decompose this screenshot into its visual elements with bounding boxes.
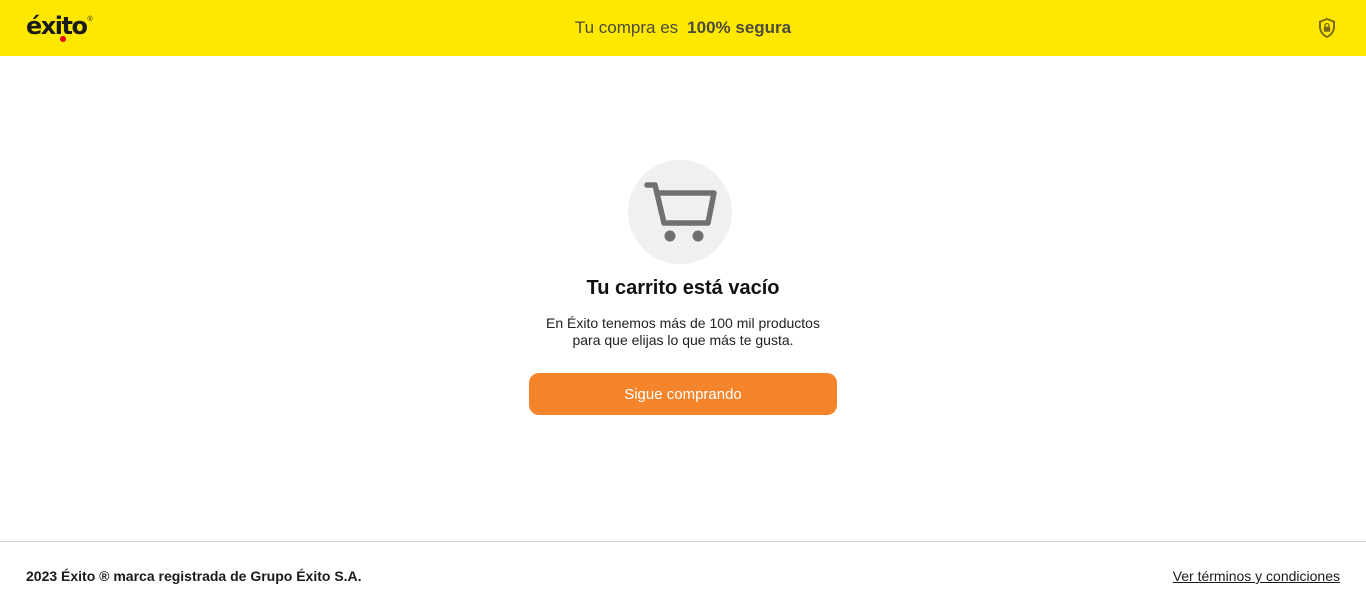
keep-shopping-button[interactable]: Sigue comprando [529,373,837,415]
secure-prefix: Tu compra es [574,18,679,37]
cart-icon-container [628,160,732,264]
terms-link[interactable]: Ver términos y condiciones [1173,568,1340,584]
empty-cart-title: Tu carrito está vacío [586,277,780,299]
footer-divider [0,541,1366,542]
description-line-2: para que elijas lo que más te gusta. [572,332,794,348]
copyright-text: 2023 Éxito ® marca registrada de Grupo É… [26,568,362,584]
empty-cart-section: Tu carrito está vacío En Éxito tenemos m… [0,56,1366,541]
shield-lock-icon [1319,18,1335,38]
description-line-1: En Éxito tenemos más de 100 mil producto… [546,315,820,331]
cart-icon [644,182,717,242]
empty-cart-description: En Éxito tenemos más de 100 mil producto… [483,315,883,349]
top-header: éxito ® Tu compra es 100% segura [0,0,1366,56]
secure-purchase-banner: Tu compra es 100% segura [0,0,1366,56]
secure-highlight: 100% segura [687,18,792,37]
